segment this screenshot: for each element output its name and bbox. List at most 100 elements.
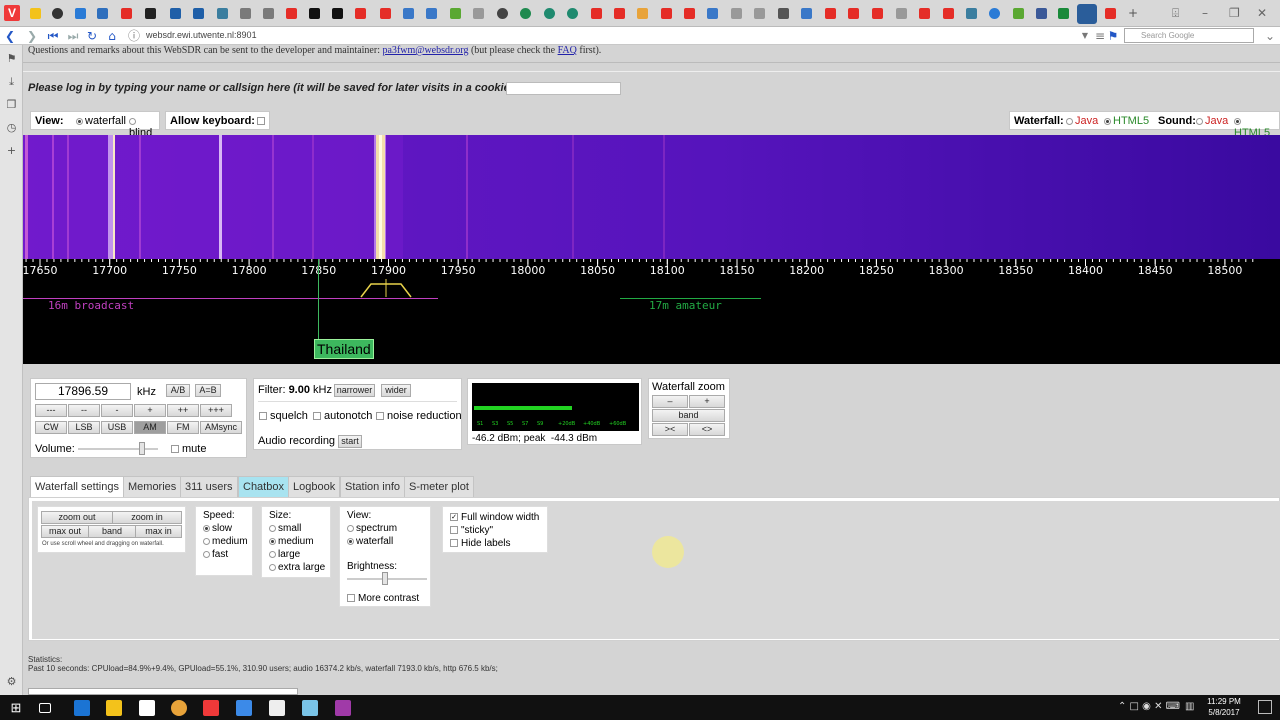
system-tray-icons[interactable]: ⌃ □ ◉ ✕ ⌨ bbox=[1118, 701, 1180, 712]
step-up-2-button[interactable]: ++ bbox=[167, 404, 199, 417]
youtube-icon[interactable] bbox=[684, 8, 695, 19]
wf-shift-left-button[interactable]: >< bbox=[652, 423, 688, 436]
youtube-icon[interactable] bbox=[121, 8, 132, 19]
step-down-1-button[interactable]: - bbox=[101, 404, 133, 417]
tab-memories[interactable]: Memories bbox=[123, 476, 182, 497]
back-icon[interactable]: ❮ bbox=[2, 27, 18, 45]
mode-lsb-button[interactable]: LSB bbox=[68, 421, 100, 434]
tab-favicon-icon[interactable] bbox=[989, 8, 1000, 19]
callsign-input[interactable] bbox=[506, 82, 621, 95]
step-up-3-button[interactable]: +++ bbox=[200, 404, 232, 417]
tab-favicon-icon[interactable] bbox=[966, 8, 977, 19]
tab-favicon-icon[interactable] bbox=[520, 8, 531, 19]
tab-favicon-icon[interactable] bbox=[778, 8, 789, 19]
view-waterfall-radio-2[interactable]: waterfall bbox=[347, 536, 393, 547]
python-icon[interactable] bbox=[707, 8, 718, 19]
frequency-input[interactable]: 17896.59 bbox=[35, 383, 131, 400]
forward-icon[interactable]: ❯ bbox=[24, 27, 40, 45]
waterfall-display[interactable] bbox=[23, 135, 1280, 259]
sound-java-radio[interactable]: Java bbox=[1196, 115, 1228, 127]
python-icon[interactable] bbox=[403, 8, 414, 19]
minimize-icon[interactable]: – bbox=[1202, 6, 1208, 20]
tab-favicon-icon[interactable] bbox=[1058, 8, 1069, 19]
tab-favicon-icon[interactable] bbox=[263, 8, 274, 19]
new-tab-icon[interactable]: + bbox=[1128, 6, 1138, 20]
start-button-icon[interactable]: ⊞ bbox=[8, 700, 24, 716]
fast-forward-icon[interactable]: ⏭ bbox=[65, 27, 81, 45]
record-start-button[interactable]: start bbox=[338, 435, 362, 448]
facebook-icon[interactable] bbox=[1036, 8, 1047, 19]
youtube-icon[interactable] bbox=[355, 8, 366, 19]
youtube-icon[interactable] bbox=[919, 8, 930, 19]
tab-favicon-icon[interactable] bbox=[497, 8, 508, 19]
tab-favicon-icon[interactable] bbox=[309, 8, 320, 19]
tab-favicon-icon[interactable] bbox=[567, 8, 578, 19]
mode-usb-button[interactable]: USB bbox=[101, 421, 133, 434]
bookmarks-icon[interactable]: ⚑ bbox=[5, 52, 18, 65]
wikipedia-icon[interactable] bbox=[731, 8, 742, 19]
tab-favicon-icon[interactable] bbox=[450, 8, 461, 19]
more-contrast-checkbox[interactable]: More contrast bbox=[347, 593, 419, 604]
app-icon[interactable] bbox=[302, 700, 318, 716]
home-icon[interactable]: ⌂ bbox=[104, 27, 120, 45]
band-button[interactable]: band bbox=[88, 525, 136, 538]
tab-favicon-icon[interactable] bbox=[30, 8, 41, 19]
explorer-icon[interactable] bbox=[106, 700, 122, 716]
mode-amsync-button[interactable]: AMsync bbox=[200, 421, 242, 434]
tab-waterfall-settings[interactable]: Waterfall settings bbox=[30, 476, 124, 497]
vivaldi-taskbar-icon[interactable] bbox=[203, 700, 219, 716]
tab-favicon-icon[interactable] bbox=[544, 8, 555, 19]
rewind-icon[interactable]: ⏮ bbox=[45, 27, 61, 45]
tab-favicon-icon[interactable] bbox=[52, 8, 63, 19]
vscode-icon[interactable] bbox=[236, 700, 252, 716]
task-view-icon[interactable] bbox=[39, 703, 51, 713]
max-out-button[interactable]: max out bbox=[41, 525, 89, 538]
tab-favicon-icon[interactable] bbox=[97, 8, 108, 19]
wikipedia-icon[interactable] bbox=[473, 8, 484, 19]
step-up-1-button[interactable]: + bbox=[134, 404, 166, 417]
wf-shift-right-button[interactable]: <> bbox=[689, 423, 725, 436]
size-medium-radio[interactable]: medium bbox=[269, 536, 314, 547]
menu-icon[interactable]: ⌄ bbox=[1262, 27, 1278, 45]
speed-slow-radio[interactable]: slow bbox=[203, 523, 232, 534]
station-label-thailand[interactable]: Thailand bbox=[314, 339, 374, 359]
wf-band-button[interactable]: band bbox=[652, 409, 725, 422]
tab-chatbox[interactable]: Chatbox bbox=[238, 476, 289, 497]
youtube-icon[interactable] bbox=[286, 8, 297, 19]
youtube-icon[interactable] bbox=[943, 8, 954, 19]
speed-fast-radio[interactable]: fast bbox=[203, 549, 228, 560]
network-icon[interactable]: ▥ bbox=[1185, 701, 1194, 712]
taskbar-clock[interactable]: 11:29 PM 5/8/2017 bbox=[1204, 696, 1244, 718]
zoom-in-button[interactable]: zoom in bbox=[112, 511, 182, 524]
tab-users[interactable]: 311 users bbox=[180, 476, 238, 497]
a-equals-b-button[interactable]: A=B bbox=[195, 384, 221, 397]
squelch-checkbox[interactable]: squelch bbox=[259, 410, 308, 422]
tab-favicon-icon[interactable] bbox=[75, 8, 86, 19]
restore-icon[interactable]: ❐ bbox=[1229, 6, 1240, 20]
reload-icon[interactable]: ↻ bbox=[84, 27, 100, 45]
sticky-checkbox[interactable]: "sticky" bbox=[450, 525, 493, 536]
wf-zoom-out-button[interactable]: – bbox=[652, 395, 688, 408]
allow-keyboard-checkbox[interactable] bbox=[257, 117, 265, 125]
tab-favicon-icon[interactable] bbox=[332, 8, 343, 19]
youtube-icon[interactable] bbox=[661, 8, 672, 19]
site-info-icon[interactable]: ⓘ bbox=[126, 27, 142, 45]
size-small-radio[interactable]: small bbox=[269, 523, 301, 534]
noise-reduction-checkbox[interactable]: noise reduction bbox=[376, 410, 462, 422]
hide-labels-checkbox[interactable]: Hide labels bbox=[450, 538, 510, 549]
full-window-width-checkbox[interactable]: ✓ Full window width bbox=[450, 512, 539, 523]
mode-fm-button[interactable]: FM bbox=[167, 421, 199, 434]
speed-medium-radio[interactable]: medium bbox=[203, 536, 248, 547]
youtube-icon[interactable] bbox=[848, 8, 859, 19]
edge-icon[interactable] bbox=[74, 700, 90, 716]
tab-favicon-icon[interactable] bbox=[193, 8, 204, 19]
python-icon[interactable] bbox=[801, 8, 812, 19]
faq-link[interactable]: FAQ bbox=[558, 45, 577, 56]
close-icon[interactable]: ✕ bbox=[1257, 6, 1267, 20]
url-field[interactable]: websdr.ewi.utwente.nl:8901 bbox=[146, 30, 257, 40]
autonotch-checkbox[interactable]: autonotch bbox=[313, 410, 372, 422]
mode-cw-button[interactable]: CW bbox=[35, 421, 67, 434]
wikipedia-icon[interactable] bbox=[896, 8, 907, 19]
size-large-radio[interactable]: large bbox=[269, 549, 300, 560]
dropdown-icon[interactable]: ▼ bbox=[1077, 27, 1093, 45]
